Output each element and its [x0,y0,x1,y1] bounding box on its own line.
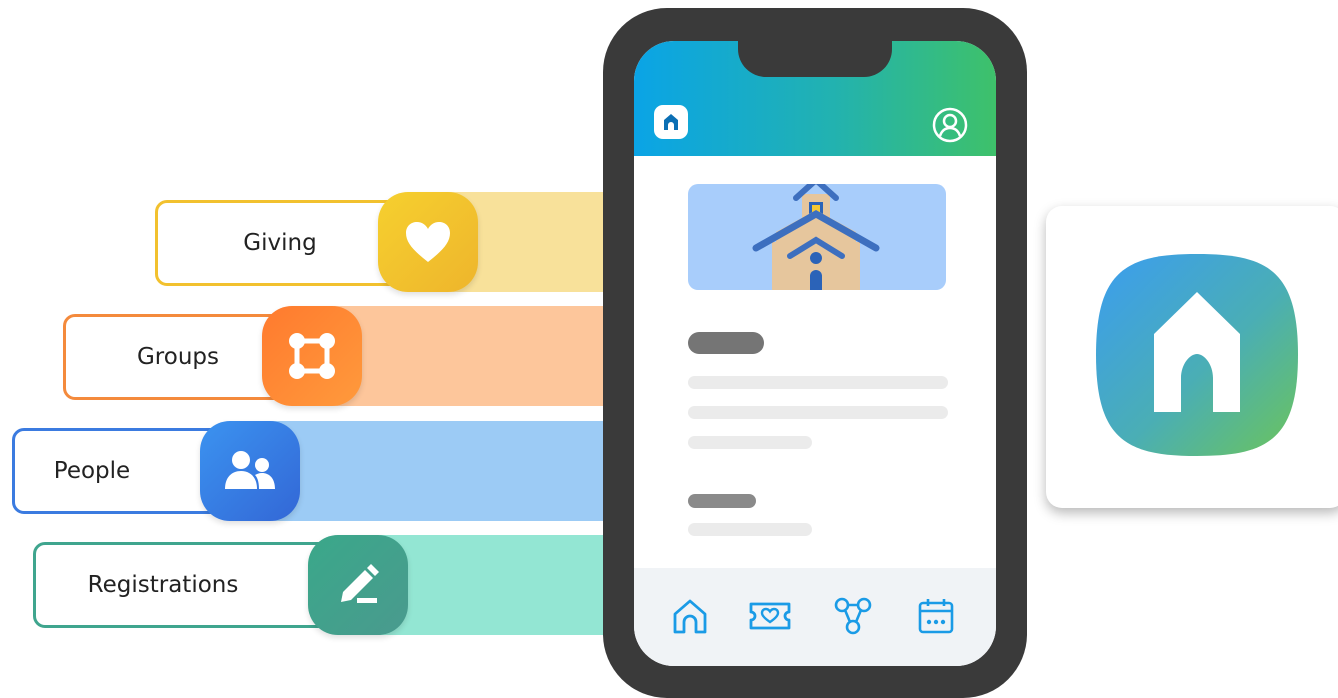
giving-ticket-icon[interactable] [748,596,792,636]
skeleton-line-2 [688,406,948,419]
phone-screen [634,41,996,666]
groups-network-icon[interactable] [833,596,873,636]
skeleton-line-4 [688,523,812,536]
church-image [688,184,946,290]
groups-icon [289,333,335,379]
people-label-box[interactable]: People [12,428,232,514]
calendar-icon[interactable] [916,596,956,636]
registrations-label-box[interactable]: Registrations [33,542,333,628]
heart-icon [406,222,450,262]
skeleton-title [688,332,764,354]
skeleton-line-1 [688,376,948,389]
people-tile[interactable] [200,421,300,521]
groups-label-box[interactable]: Groups [63,314,293,400]
bottom-nav [634,568,996,666]
people-icon [225,451,275,489]
registrations-label: Registrations [87,572,239,598]
app-logo-icon [1096,254,1298,456]
people-band [250,421,660,521]
groups-tile[interactable] [262,306,362,406]
app-home-icon[interactable] [654,105,688,139]
giving-label: Giving [243,230,317,256]
skeleton-subtitle [688,494,756,508]
phone-mockup [603,8,1027,698]
giving-label-box[interactable]: Giving [155,200,405,286]
skeleton-line-3 [688,436,812,449]
registrations-tile[interactable] [308,535,408,635]
app-icon-card [1046,206,1338,508]
profile-icon[interactable] [932,107,968,143]
church-illustration [752,184,880,290]
people-label: People [53,458,131,484]
groups-label: Groups [136,344,219,370]
home-icon[interactable] [670,596,710,636]
phone-notch [738,39,892,77]
giving-tile[interactable] [378,192,478,292]
pencil-icon [341,564,379,603]
